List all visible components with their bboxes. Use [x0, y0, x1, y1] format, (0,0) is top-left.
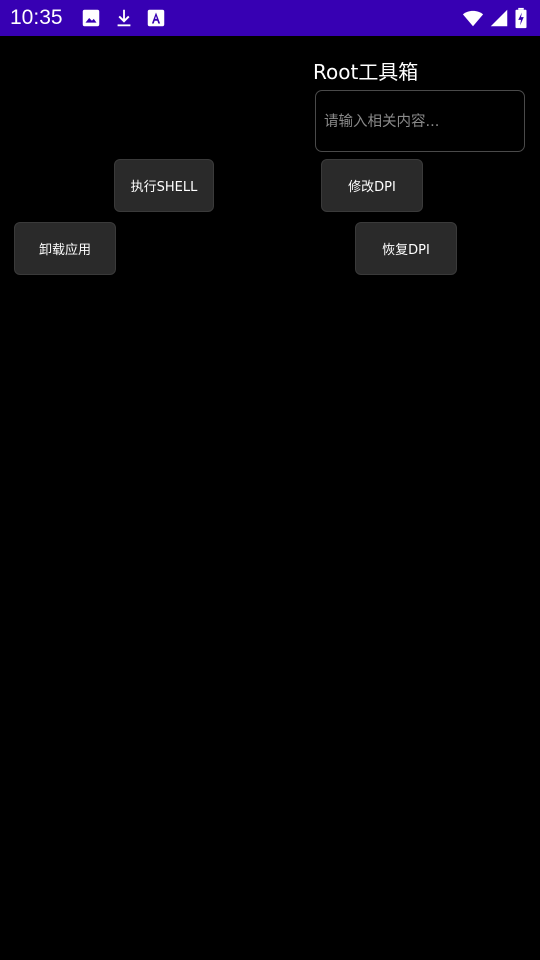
status-bar: 10:35: [0, 0, 540, 36]
execute-shell-button[interactable]: 执行SHELL: [114, 159, 214, 212]
battery-charging-icon: [515, 7, 527, 29]
input-container: [315, 90, 525, 153]
modify-dpi-button[interactable]: 修改DPI: [321, 159, 423, 212]
page-title: Root工具箱: [313, 60, 419, 84]
signal-icon: [490, 9, 508, 27]
image-icon: [82, 9, 100, 27]
wifi-icon: [462, 10, 484, 27]
text-a-icon: [147, 9, 165, 27]
uninstall-app-button[interactable]: 卸载应用: [14, 222, 116, 275]
main-content: Root工具箱 执行SHELL 修改DPI 卸载应用 恢复DPI: [0, 36, 540, 960]
command-input[interactable]: [322, 91, 522, 153]
restore-dpi-button[interactable]: 恢复DPI: [355, 222, 457, 275]
download-icon: [117, 9, 131, 27]
status-time: 10:35: [10, 6, 63, 29]
